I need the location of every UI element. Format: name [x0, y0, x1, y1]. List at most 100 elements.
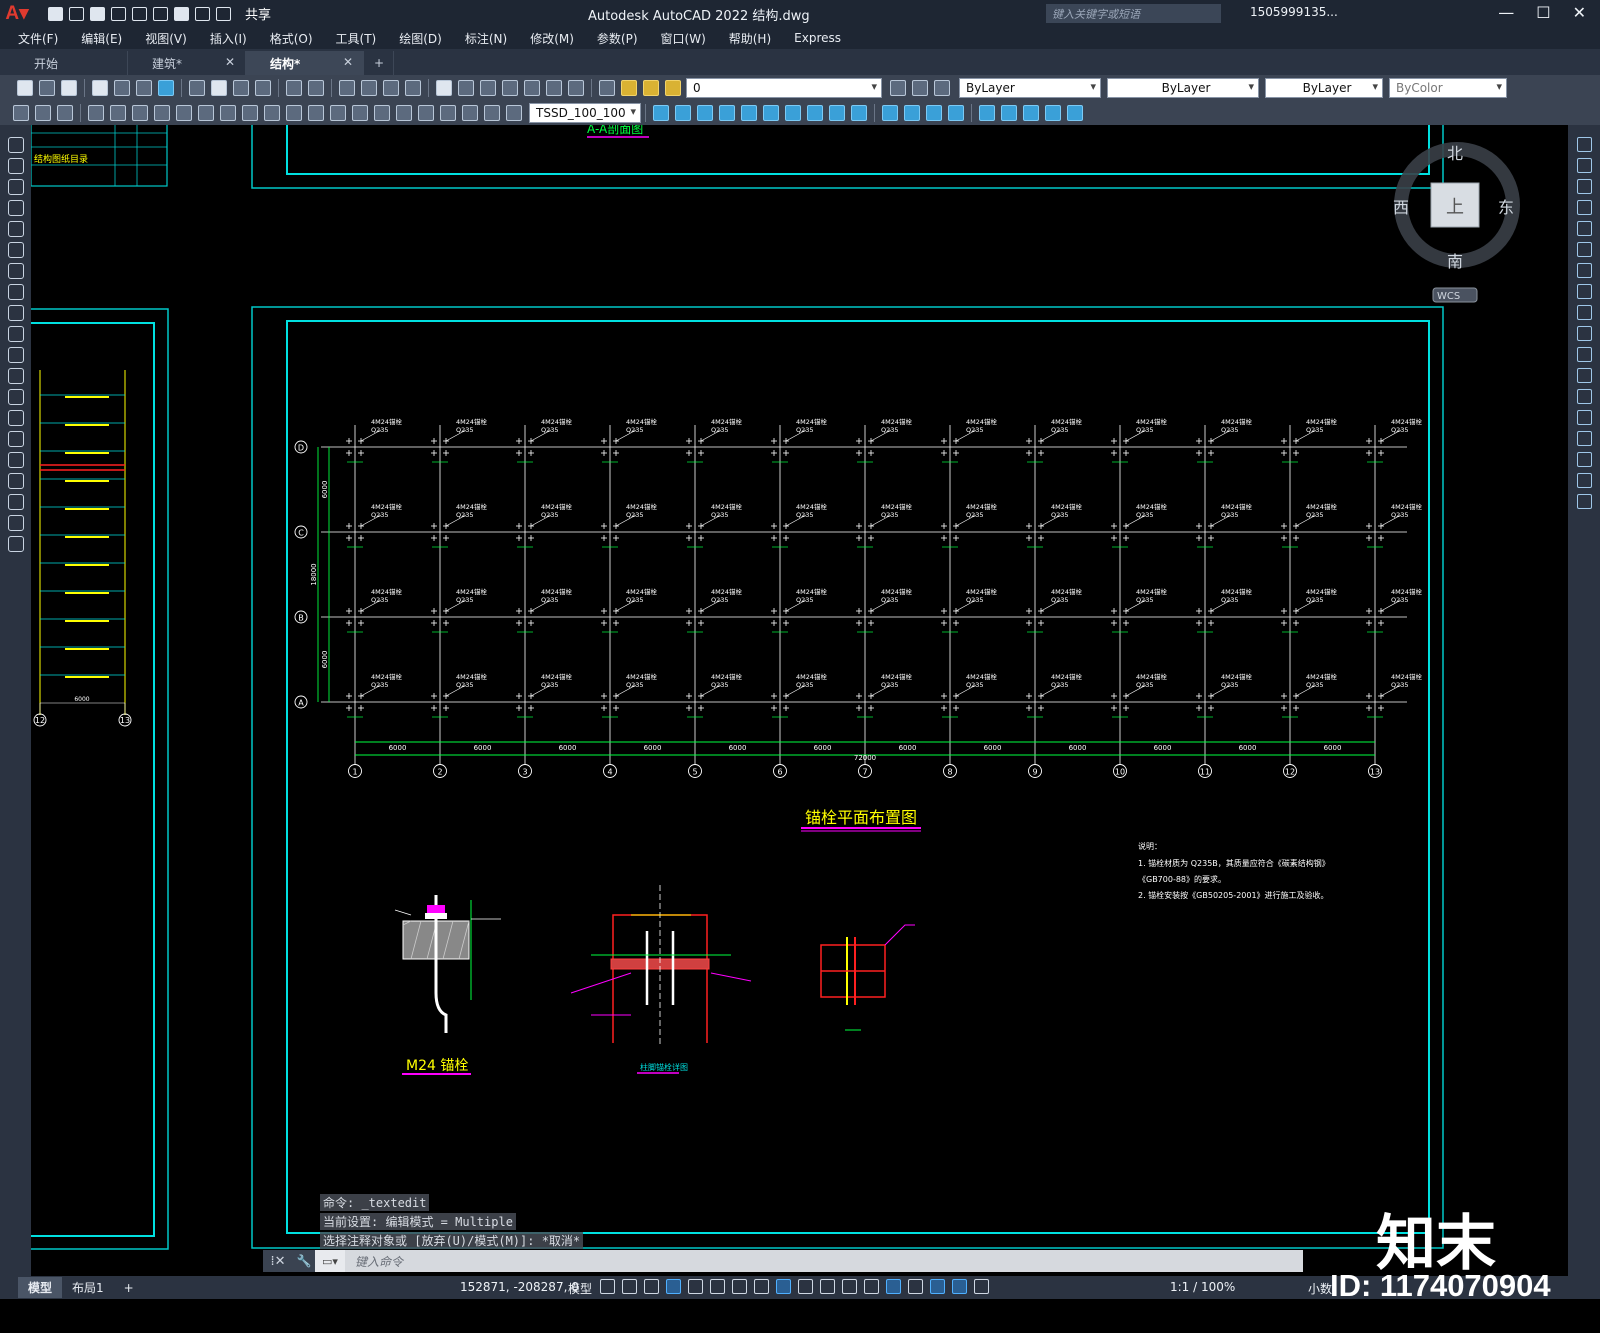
autocad-logo-icon[interactable]: A▾ [0, 0, 34, 27]
gizmo-icon[interactable] [930, 1279, 945, 1294]
minimize-icon[interactable]: — [1498, 3, 1514, 22]
extrude-icon[interactable] [741, 104, 757, 121]
table-icon[interactable] [7, 494, 24, 510]
recent-commands-icon[interactable]: ▭▾ [315, 1250, 345, 1272]
tab-start[interactable]: 开始 [10, 51, 128, 75]
revcloud-icon[interactable] [7, 284, 24, 300]
calculator-icon[interactable] [546, 79, 562, 96]
polar-tracking-icon[interactable] [710, 1279, 725, 1294]
point-icon[interactable] [7, 410, 24, 426]
ucs-origin-icon[interactable] [1067, 104, 1083, 121]
lineweight-icon[interactable] [798, 1279, 813, 1294]
intersect-icon[interactable] [719, 104, 735, 121]
command-input[interactable]: 键入命令 [355, 1253, 403, 1270]
save-as-icon[interactable] [111, 6, 126, 21]
menu-dimension[interactable]: 标注(N) [465, 30, 507, 47]
design-center-icon[interactable] [458, 79, 474, 96]
angular-dimension-icon[interactable] [242, 104, 258, 121]
help-search-input[interactable]: 键入关键字或短语 [1046, 4, 1221, 23]
model-space-toggle[interactable]: 模型 [568, 1280, 592, 1297]
undo-icon[interactable] [286, 79, 302, 96]
tab-layout1[interactable]: 布局1 [62, 1277, 114, 1298]
selection-filter-icon[interactable] [908, 1279, 923, 1294]
coordinate-readout[interactable]: 152871, -208287, 0 [460, 1280, 579, 1294]
publish-icon[interactable] [132, 6, 147, 21]
chamfer-icon[interactable] [1576, 431, 1592, 446]
publish-icon[interactable] [136, 79, 152, 96]
close-icon[interactable]: ✕ [225, 55, 235, 69]
viewcube-west[interactable]: 西 [1393, 198, 1409, 217]
wcs-menu[interactable]: WCS [1437, 291, 1460, 302]
dimension-update-icon[interactable] [506, 104, 522, 121]
scale-icon[interactable] [1576, 284, 1592, 299]
aligned-dimension-icon[interactable] [110, 104, 126, 121]
dynamic-ucs-icon[interactable] [886, 1279, 901, 1294]
help-icon[interactable] [568, 79, 584, 96]
interfere-icon[interactable] [829, 104, 845, 121]
infer-constraints-icon[interactable] [644, 1279, 659, 1294]
menu-help[interactable]: 帮助(H) [729, 30, 771, 47]
menu-file[interactable]: 文件(F) [18, 30, 58, 47]
dimension-break-icon[interactable] [352, 104, 368, 121]
menu-express[interactable]: Express [794, 31, 841, 45]
presspull-icon[interactable] [851, 104, 867, 121]
layer-freeze-icon[interactable] [643, 79, 659, 96]
menu-format[interactable]: 格式(O) [270, 30, 313, 47]
ortho-icon[interactable] [688, 1279, 703, 1294]
add-layout-button[interactable]: + [114, 1279, 144, 1297]
diameter-dimension-icon[interactable] [220, 104, 236, 121]
cut-icon[interactable] [189, 79, 205, 96]
ucs-view-icon[interactable] [1045, 104, 1061, 121]
layer-previous-icon[interactable] [912, 79, 928, 96]
menu-modify[interactable]: 修改(M) [530, 30, 574, 47]
3d-print-icon[interactable] [158, 79, 174, 96]
match-properties-icon[interactable] [255, 79, 271, 96]
tssd-layer-icon[interactable] [57, 104, 73, 121]
gradient-icon[interactable] [7, 452, 24, 468]
layer-dropdown[interactable]: 0 [686, 77, 882, 98]
jogged-dimension-icon[interactable] [198, 104, 214, 121]
customize-icon[interactable]: 🔧 [293, 1250, 315, 1272]
menu-view[interactable]: 视图(V) [145, 30, 187, 47]
new-icon[interactable] [17, 79, 33, 96]
model-space-canvas[interactable]: A-A剖面图 结构图纸目录 6000 12 13 D C B A 1 6000 4M24锚栓 Q2… [31, 125, 1568, 1280]
plotstyle-dropdown[interactable]: ByColor [1389, 77, 1507, 98]
plot-icon[interactable] [174, 6, 189, 21]
units-dropdown[interactable]: 小数 [1308, 1280, 1332, 1297]
revolve-icon[interactable] [763, 104, 779, 121]
zoom-window-icon[interactable] [383, 79, 399, 96]
layer-properties-icon[interactable] [599, 79, 615, 96]
sheet-set-icon[interactable] [502, 79, 518, 96]
trim-icon[interactable] [1576, 326, 1592, 341]
linetype-dropdown[interactable]: ByLayer [1107, 77, 1259, 98]
tab-model[interactable]: 模型 [18, 1277, 63, 1298]
explode-icon[interactable] [1576, 494, 1592, 509]
blend-curves-icon[interactable] [1576, 473, 1592, 488]
menu-parametric[interactable]: 参数(P) [597, 30, 638, 47]
annotation-visibility-icon[interactable] [952, 1279, 967, 1294]
arc-length-icon[interactable] [132, 104, 148, 121]
erase-icon[interactable] [1576, 137, 1592, 152]
markup-icon[interactable] [524, 79, 540, 96]
new-tab-button[interactable]: + [364, 51, 394, 75]
dimension-text-edit-icon[interactable] [484, 104, 500, 121]
open-icon[interactable] [39, 79, 55, 96]
viewcube-east[interactable]: 东 [1498, 198, 1514, 217]
offset-icon[interactable] [1576, 200, 1592, 215]
ucs-icon[interactable] [979, 104, 995, 121]
color-dropdown[interactable]: ByLayer [959, 77, 1101, 98]
radius-dimension-icon[interactable] [176, 104, 192, 121]
save-icon[interactable] [61, 79, 77, 96]
ellipse-arc-icon[interactable] [7, 347, 24, 363]
fillet-icon[interactable] [1576, 452, 1592, 467]
copy-object-icon[interactable] [1576, 158, 1592, 173]
paste-icon[interactable] [233, 79, 249, 96]
region-icon[interactable] [7, 473, 24, 489]
menu-draw[interactable]: 绘图(D) [399, 30, 442, 47]
arc-icon[interactable] [7, 242, 24, 258]
pan-icon[interactable] [339, 79, 355, 96]
copy-icon[interactable] [211, 79, 227, 96]
preview-icon[interactable] [114, 79, 130, 96]
layer-lock-icon[interactable] [665, 79, 681, 96]
add-selected-icon[interactable] [7, 536, 24, 552]
